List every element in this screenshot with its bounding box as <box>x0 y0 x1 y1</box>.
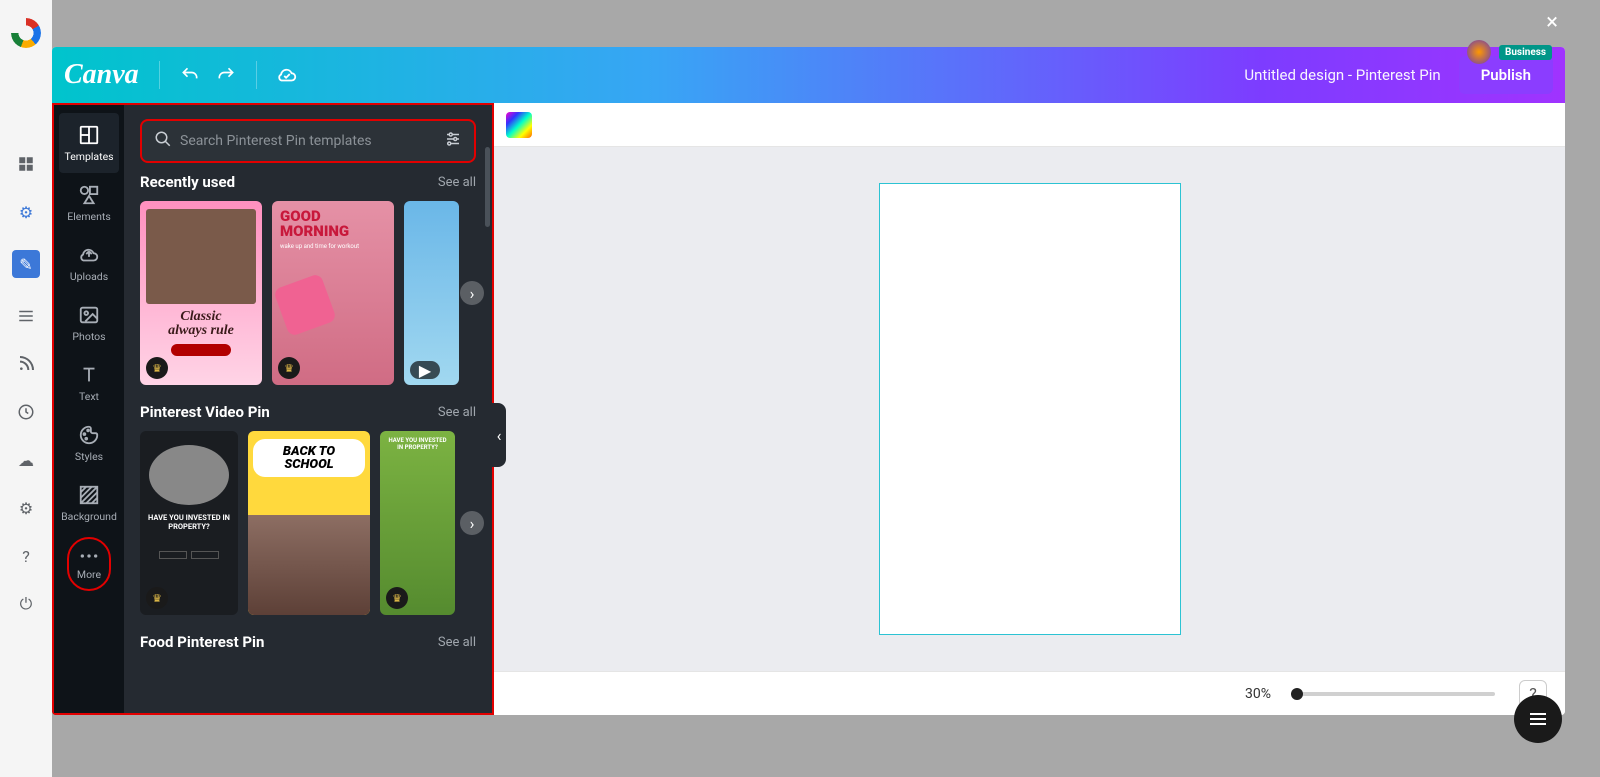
sidebar-item-label: Photos <box>72 330 105 343</box>
template-card[interactable]: BACK TO SCHOOL <box>248 431 370 615</box>
filter-icon[interactable] <box>444 130 462 152</box>
sidebar-item-text[interactable]: Text <box>59 353 119 413</box>
sidebar-item-label: Uploads <box>70 270 108 283</box>
more-icon <box>77 547 101 565</box>
canvas-viewport[interactable] <box>494 147 1565 671</box>
play-icon: ▶ <box>410 361 440 379</box>
gear-icon[interactable]: ⚙ <box>16 202 36 222</box>
template-card[interactable]: Classic always rule ♛ <box>140 201 262 385</box>
see-all-link[interactable]: See all <box>438 405 476 420</box>
canvas-toolbar <box>494 103 1565 147</box>
section-title: Food Pinterest Pin <box>140 633 264 651</box>
account-badge: Business <box>1467 40 1552 64</box>
settings-icon[interactable]: ⚙ <box>16 498 36 518</box>
scrollbar-horizontal[interactable] <box>494 657 1565 671</box>
zoom-slider[interactable] <box>1295 692 1495 696</box>
sidebar-item-label: Templates <box>64 150 113 163</box>
grid-icon[interactable] <box>16 154 36 174</box>
help-icon[interactable]: ? <box>16 546 36 566</box>
next-arrow-icon[interactable]: › <box>460 511 484 535</box>
main-area: Templates Elements Uploads Photos Text S… <box>52 103 1565 715</box>
cloud-icon[interactable]: ☁ <box>16 450 36 470</box>
fab-menu-button[interactable] <box>1514 695 1562 743</box>
zoom-thumb[interactable] <box>1291 688 1303 700</box>
text-icon <box>77 363 101 387</box>
sidebar-item-background[interactable]: Background <box>59 473 119 533</box>
sidebar-item-templates[interactable]: Templates <box>59 113 119 173</box>
sidebar-item-label: More <box>77 568 101 581</box>
crown-icon: ♛ <box>386 587 408 609</box>
elements-icon <box>77 183 101 207</box>
template-card[interactable]: GOOD MORNING wake up and time for workou… <box>272 201 394 385</box>
canva-logo[interactable]: Canva <box>64 59 139 91</box>
collapse-panel-button[interactable]: ‹ <box>492 403 506 467</box>
search-icon <box>154 130 172 152</box>
edit-icon[interactable]: ✎ <box>12 250 40 278</box>
panel-scrollbar[interactable] <box>485 147 490 227</box>
bottom-bar: 30% ? <box>494 671 1565 715</box>
crown-icon: ♛ <box>146 587 168 609</box>
sidebar-item-photos[interactable]: Photos <box>59 293 119 353</box>
cloud-sync-icon[interactable] <box>269 57 305 93</box>
sidebar-item-label: Elements <box>67 210 111 223</box>
power-icon[interactable]: ⏻ <box>16 594 36 614</box>
app-logo-icon <box>11 18 41 48</box>
section-food-pin: Food Pinterest Pin See all <box>140 633 476 651</box>
rss-icon[interactable] <box>16 354 36 374</box>
search-box[interactable] <box>140 119 476 163</box>
list-icon[interactable] <box>16 306 36 326</box>
template-card[interactable]: HAVE YOU INVESTED IN PROPERTY? ♛ <box>140 431 238 615</box>
sidebar-item-more[interactable]: More <box>67 537 111 591</box>
divider <box>256 61 257 89</box>
search-input[interactable] <box>180 133 444 149</box>
styles-icon <box>77 423 101 447</box>
template-card[interactable]: ▶ <box>404 201 459 385</box>
uploads-icon <box>77 243 101 267</box>
editor-window: Canva Untitled design - Pinterest Pin Pu… <box>52 47 1565 715</box>
section-video-pin: Pinterest Video Pin See all HAVE YOU INV… <box>140 403 476 615</box>
divider <box>159 61 160 89</box>
outer-sidebar: ⚙ ✎ ☁ ⚙ ? ⏻ <box>0 0 52 777</box>
undo-button[interactable] <box>172 57 208 93</box>
canvas-page[interactable] <box>879 183 1181 635</box>
sidebar-item-label: Text <box>79 390 99 403</box>
templates-icon <box>77 123 101 147</box>
photos-icon <box>77 303 101 327</box>
section-title: Recently used <box>140 173 235 191</box>
see-all-link[interactable]: See all <box>438 635 476 650</box>
side-toolbar: Templates Elements Uploads Photos Text S… <box>52 103 124 715</box>
business-badge: Business <box>1499 45 1552 60</box>
section-recently-used: Recently used See all Classic always rul… <box>140 173 476 385</box>
zoom-label: 30% <box>1245 686 1271 702</box>
sidebar-item-label: Styles <box>75 450 103 463</box>
avatar[interactable] <box>1467 40 1491 64</box>
next-arrow-icon[interactable]: › <box>460 281 484 305</box>
crown-icon: ♛ <box>146 357 168 379</box>
section-title: Pinterest Video Pin <box>140 403 270 421</box>
sidebar-item-styles[interactable]: Styles <box>59 413 119 473</box>
sidebar-item-uploads[interactable]: Uploads <box>59 233 119 293</box>
design-title[interactable]: Untitled design - Pinterest Pin <box>1244 66 1440 84</box>
history-icon[interactable] <box>16 402 36 422</box>
see-all-link[interactable]: See all <box>438 175 476 190</box>
sidebar-item-elements[interactable]: Elements <box>59 173 119 233</box>
crown-icon: ♛ <box>278 357 300 379</box>
template-card[interactable]: HAVE YOU INVESTED IN PROPERTY? ♛ <box>380 431 455 615</box>
redo-button[interactable] <box>208 57 244 93</box>
templates-panel: Recently used See all Classic always rul… <box>124 103 494 715</box>
sidebar-item-label: Background <box>61 510 117 523</box>
canvas-area: 30% ? <box>494 103 1565 715</box>
scrollbar-vertical[interactable] <box>1551 147 1565 657</box>
close-icon[interactable]: × <box>1546 10 1558 35</box>
topbar: Canva Untitled design - Pinterest Pin Pu… <box>52 47 1565 103</box>
color-picker-button[interactable] <box>506 112 532 138</box>
background-icon <box>77 483 101 507</box>
